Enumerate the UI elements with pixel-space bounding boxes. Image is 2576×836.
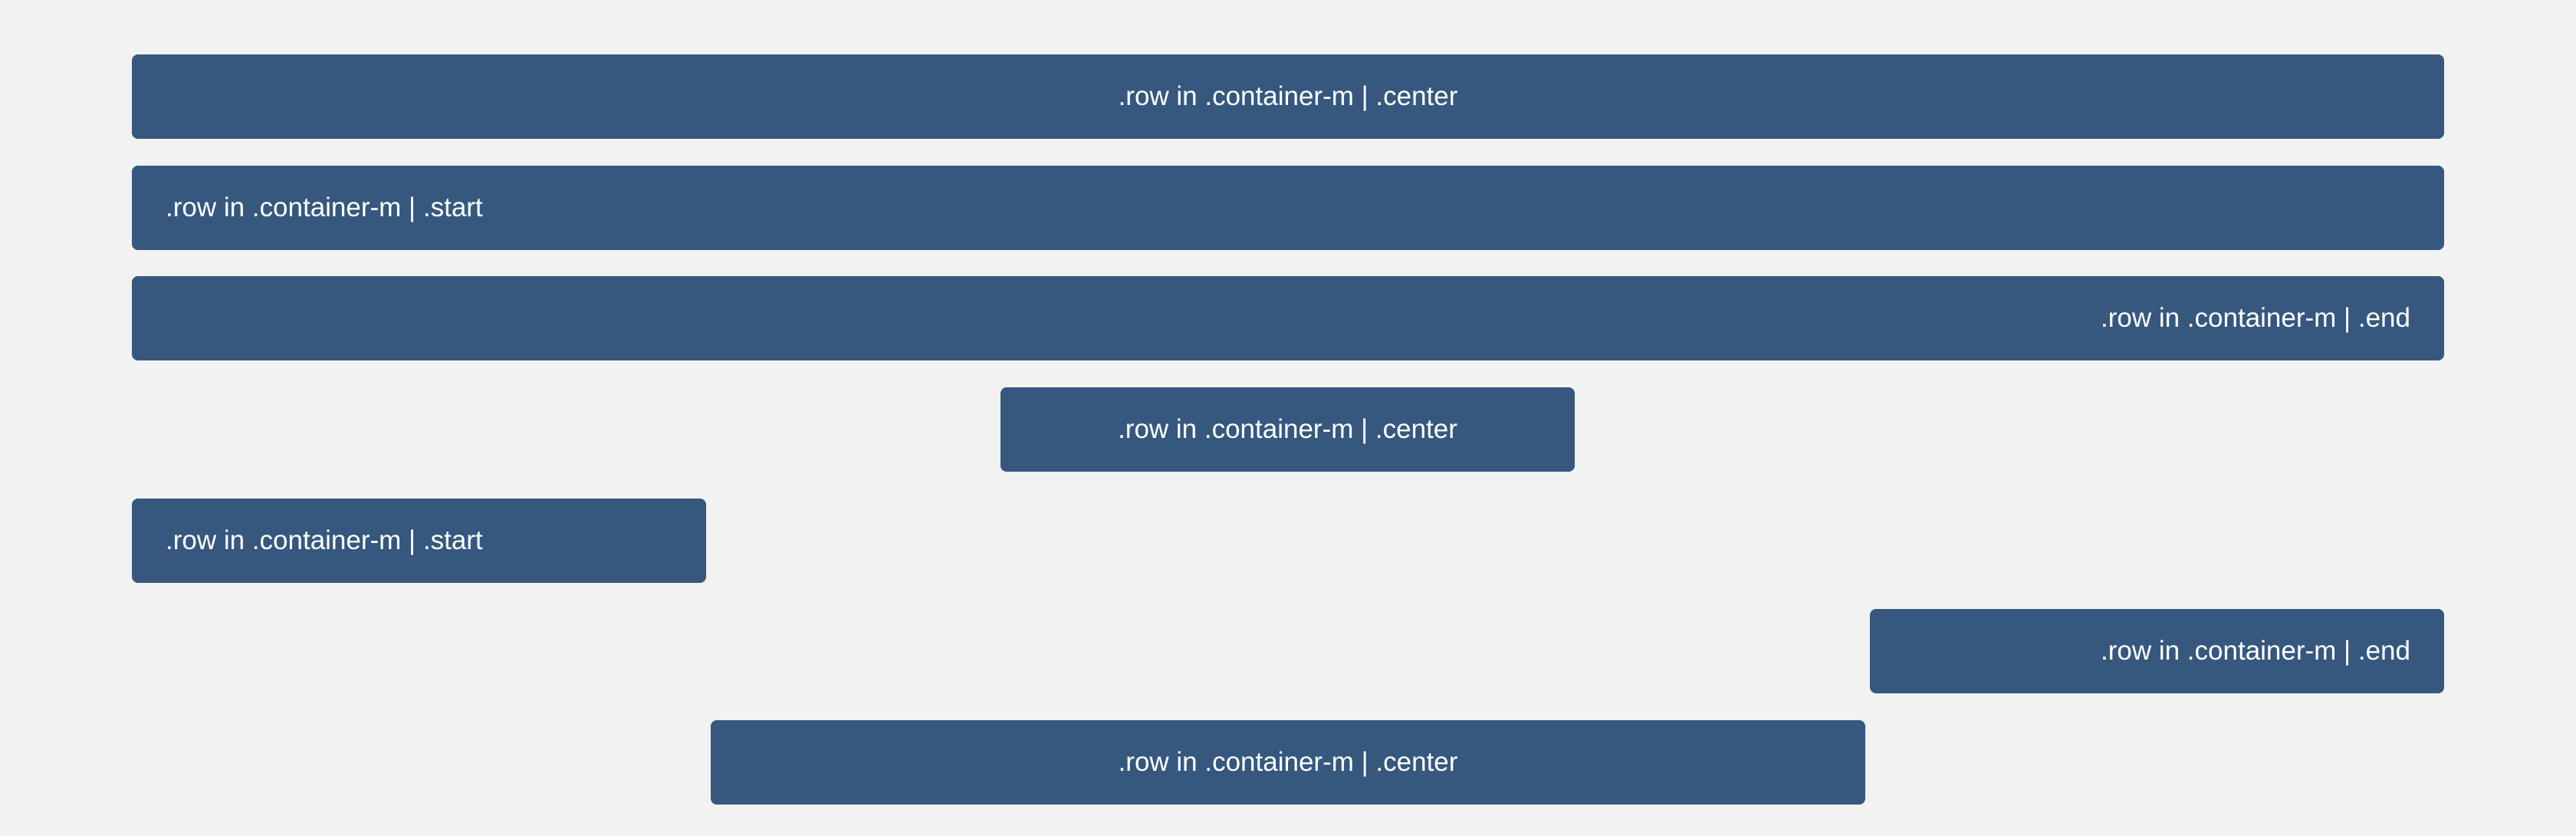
row-label: .row in .container-m | .start [166, 525, 483, 555]
row-label: .row in .container-m | .center [1118, 747, 1458, 777]
row-start-narrow: .row in .container-m | .start [132, 499, 706, 583]
row-end-narrow: .row in .container-m | .end [1870, 609, 2444, 693]
row-center-medium: .row in .container-m | .center [711, 720, 1865, 805]
row-start-full-width: .row in .container-m | .start [132, 166, 2444, 250]
row-label: .row in .container-m | .start [166, 193, 483, 222]
row-label: .row in .container-m | .center [1118, 81, 1458, 111]
row-end-full-width: .row in .container-m | .end [132, 276, 2444, 360]
row-label: .row in .container-m | .center [1118, 414, 1457, 444]
row-center-full-width: .row in .container-m | .center [132, 54, 2444, 139]
row-center-narrow: .row in .container-m | .center [1001, 387, 1575, 472]
row-label: .row in .container-m | .end [2101, 636, 2410, 666]
row-label: .row in .container-m | .end [2101, 303, 2410, 333]
